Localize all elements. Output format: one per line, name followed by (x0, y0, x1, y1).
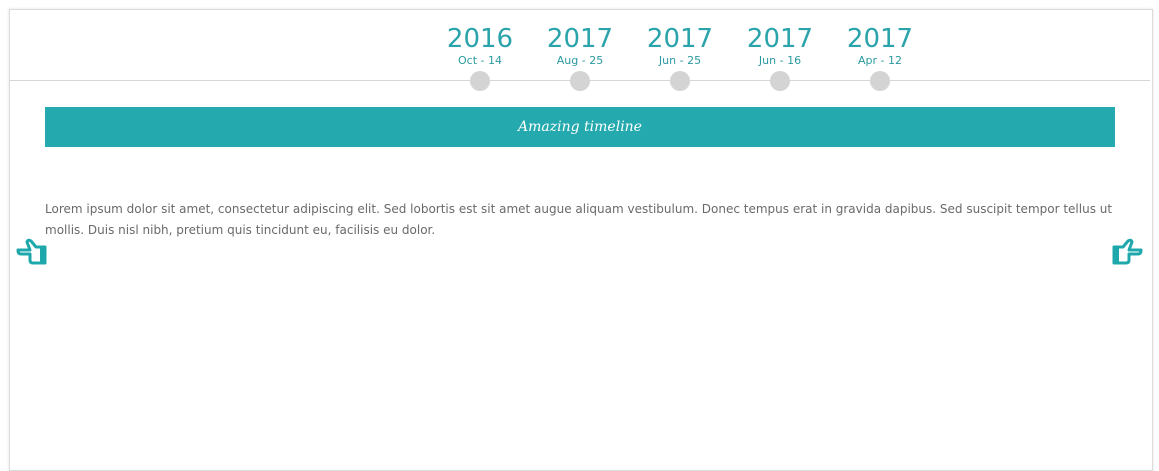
date-day: Jun - 16 (758, 54, 802, 67)
date-year: 2017 (746, 24, 814, 54)
timeline-date-2[interactable]: 2017 Jun - 25 (630, 22, 730, 67)
timeline-banner: Amazing timeline (45, 107, 1115, 147)
date-day: Apr - 12 (858, 54, 902, 67)
date-day: Aug - 25 (556, 54, 604, 67)
date-year: 2017 (646, 24, 714, 54)
timeline-dot-2[interactable] (670, 71, 690, 91)
timeline-dot-1[interactable] (570, 71, 590, 91)
pointing-hand-right-icon (1112, 238, 1143, 265)
timeline-dot-0[interactable] (470, 71, 490, 91)
date-year: 2017 (546, 24, 614, 54)
timeline-date-1[interactable]: 2017 Aug - 25 (530, 22, 630, 67)
pointing-hand-left-icon (16, 238, 47, 265)
timeline-dot-4[interactable] (870, 71, 890, 91)
date-day: Jun - 25 (658, 54, 702, 67)
timeline-date-0[interactable]: 2016 Oct - 14 (430, 22, 530, 67)
prev-arrow-button[interactable] (15, 236, 49, 268)
timeline-date-3[interactable]: 2017 Jun - 16 (730, 22, 830, 67)
timeline-body-text: Lorem ipsum dolor sit amet, consectetur … (45, 202, 1113, 237)
next-arrow-button[interactable] (1110, 236, 1144, 268)
timeline-date-4[interactable]: 2017 Apr - 12 (830, 22, 930, 67)
date-day: Oct - 14 (458, 54, 502, 67)
timeline-dot-3[interactable] (770, 71, 790, 91)
date-year: 2017 (846, 24, 914, 54)
banner-title: Amazing timeline (518, 119, 642, 135)
date-year: 2016 (446, 24, 514, 54)
